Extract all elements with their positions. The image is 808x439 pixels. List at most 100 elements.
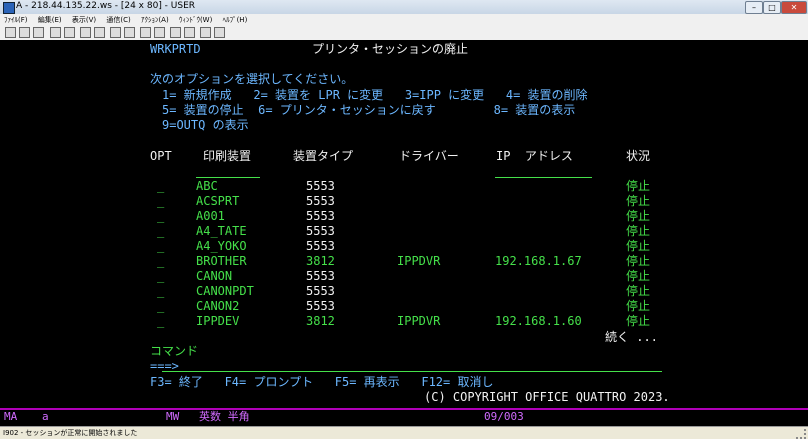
- row-status: 停止: [626, 224, 651, 238]
- row-status: 停止: [626, 209, 651, 223]
- oia-ma: MA: [4, 410, 18, 423]
- row-opt-field[interactable]: _: [157, 194, 164, 209]
- more-indicator: 続く ...: [605, 330, 658, 344]
- row-device-type: 5553: [306, 224, 335, 238]
- cursor-position: 09/003: [484, 410, 524, 423]
- menu-bar: ﾌｧｲﾙ(F) 編集(E) 表示(V) 通信(C) ｱｸｼｮﾝ(A) ｳｨﾝﾄﾞ…: [0, 14, 808, 26]
- maximize-button[interactable]: □: [763, 1, 781, 14]
- header-device: 印刷装置: [203, 149, 252, 163]
- row-opt-field[interactable]: _: [157, 179, 164, 194]
- menu-edit[interactable]: 編集(E): [34, 14, 66, 26]
- operator-info-area: MA a MW 英数 半角 09/003: [0, 408, 808, 426]
- instruction-text: 次のオプションを選択してください。: [150, 72, 354, 86]
- receive-icon[interactable]: [64, 27, 75, 38]
- row-status: 停止: [626, 179, 651, 193]
- row-device-name: BROTHER: [196, 254, 247, 268]
- program-name: WRKPRTD: [150, 42, 201, 56]
- row-opt-field[interactable]: _: [157, 299, 164, 314]
- status-message: I902 - セッションが正常に開始されました: [3, 429, 138, 437]
- row-driver: IPPDVR: [397, 314, 441, 328]
- close-button[interactable]: ✕: [781, 1, 807, 14]
- row-status: 停止: [626, 284, 651, 298]
- device-input-underline: [196, 177, 260, 178]
- row-ip-address: 192.168.1.67: [495, 254, 582, 268]
- row-device-type: 5553: [306, 299, 335, 313]
- row-device-name: ACSPRT: [196, 194, 240, 208]
- terminal-app-icon: [3, 2, 15, 14]
- oia-mw: MW: [166, 410, 180, 423]
- row-opt-field[interactable]: _: [157, 209, 164, 224]
- row-ip-address: 192.168.1.60: [495, 314, 582, 328]
- row-opt-field[interactable]: _: [157, 239, 164, 254]
- minimize-button[interactable]: –: [745, 1, 763, 14]
- keyboard-icon[interactable]: [94, 27, 105, 38]
- row-status: 停止: [626, 314, 651, 328]
- status-bar: I902 - セッションが正常に開始されました: [0, 426, 808, 439]
- row-device-type: 5553: [306, 239, 335, 253]
- oia-a: a: [42, 410, 49, 423]
- input-mode: 英数 半角: [199, 410, 250, 423]
- row-status: 停止: [626, 299, 651, 313]
- row-device-name: A4_TATE: [196, 224, 247, 238]
- toolbar: [0, 26, 808, 41]
- options-line-2: 5= 装置の停止 6= プリンタ・セッションに戻す 8= 装置の表示: [162, 103, 576, 117]
- header-ip: IP アドレス: [496, 149, 573, 163]
- paste-icon[interactable]: [33, 27, 44, 38]
- function-keys[interactable]: F3= 終了 F4= プロンプト F5= 再表示 F12= 取消し: [150, 375, 493, 390]
- connect-icon[interactable]: [140, 27, 151, 38]
- macro-play-icon[interactable]: [110, 27, 121, 38]
- row-opt-field[interactable]: _: [157, 254, 164, 269]
- row-status: 停止: [626, 194, 651, 208]
- terminal-window: A - 218.44.135.22.ws - [24 x 80] - USER …: [0, 0, 808, 439]
- row-device-type: 3812: [306, 254, 335, 268]
- header-opt: OPT: [150, 149, 172, 163]
- screen-title: プリンタ・セッションの廃止: [312, 42, 469, 56]
- terminal-screen[interactable]: WRKPRTD プリンタ・セッションの廃止 次のオプションを選択してください。 …: [0, 40, 808, 408]
- row-device-name: CANONPDT: [196, 284, 254, 298]
- header-status: 状況: [626, 149, 651, 163]
- window-title: A - 218.44.135.22.ws - [24 x 80] - USER: [16, 1, 196, 11]
- row-device-type: 5553: [306, 269, 335, 283]
- row-device-type: 3812: [306, 314, 335, 328]
- menu-action[interactable]: ｱｸｼｮﾝ(A): [137, 14, 173, 26]
- row-device-name: A4_YOKO: [196, 239, 247, 253]
- menu-window[interactable]: ｳｨﾝﾄﾞｳ(W): [175, 14, 216, 26]
- header-driver: ドライバー: [399, 149, 459, 163]
- settings-icon[interactable]: [200, 27, 211, 38]
- menu-file[interactable]: ﾌｧｲﾙ(F): [0, 14, 32, 26]
- title-bar: A - 218.44.135.22.ws - [24 x 80] - USER …: [0, 0, 808, 15]
- command-label: コマンド: [150, 344, 199, 358]
- row-status: 停止: [626, 269, 651, 283]
- menu-communication[interactable]: 通信(C): [102, 14, 134, 26]
- copy-icon[interactable]: [19, 27, 30, 38]
- row-opt-field[interactable]: _: [157, 224, 164, 239]
- row-opt-field[interactable]: _: [157, 314, 164, 329]
- header-type: 装置タイプ: [293, 149, 354, 163]
- row-status: 停止: [626, 254, 651, 268]
- macro-record-icon[interactable]: [124, 27, 135, 38]
- row-device-name: A001: [196, 209, 225, 223]
- row-device-type: 5553: [306, 209, 335, 223]
- row-status: 停止: [626, 239, 651, 253]
- row-device-type: 5553: [306, 194, 335, 208]
- display-icon[interactable]: [80, 27, 91, 38]
- row-device-name: CANON: [196, 269, 233, 283]
- color-icon[interactable]: [170, 27, 181, 38]
- row-device-name: ABC: [196, 179, 218, 193]
- print-icon[interactable]: [5, 27, 16, 38]
- help-icon[interactable]: [184, 27, 195, 38]
- menu-help[interactable]: ﾍﾙﾌﾟ(H): [219, 14, 252, 26]
- disconnect-icon[interactable]: [154, 27, 165, 38]
- row-device-name: IPPDEV: [196, 314, 240, 328]
- send-icon[interactable]: [50, 27, 61, 38]
- options-line-3: 9=OUTQ の表示: [162, 118, 249, 132]
- options-line-1: 1= 新規作成 2= 装置を LPR に変更 3=IPP に変更 4= 装置の削…: [162, 88, 588, 102]
- row-device-name: CANON2: [196, 299, 240, 313]
- row-opt-field[interactable]: _: [157, 269, 164, 284]
- edit-icon[interactable]: [214, 27, 225, 38]
- command-input[interactable]: [162, 371, 662, 372]
- row-device-type: 5553: [306, 179, 335, 193]
- row-device-type: 5553: [306, 284, 335, 298]
- menu-view[interactable]: 表示(V): [68, 14, 100, 26]
- row-opt-field[interactable]: _: [157, 284, 164, 299]
